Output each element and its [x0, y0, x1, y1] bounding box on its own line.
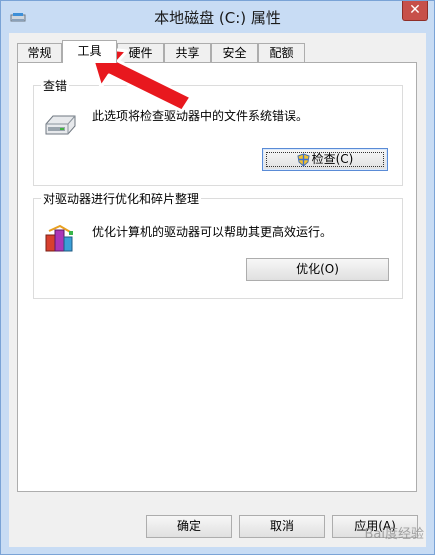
- error-checking-title: 查错: [41, 77, 70, 94]
- tools-panel: 查错 此选项将检查驱动器中的文件系统错误。 检查(C) 对驱动器进行优化和碎片整…: [17, 62, 417, 492]
- shield-icon: [297, 152, 310, 167]
- dialog-client: 常规 工具 硬件 共享 安全 配额 查错 此选项将检查驱动器中的文件系统错误。: [9, 33, 426, 547]
- tab-general[interactable]: 常规: [17, 43, 62, 62]
- tab-tools[interactable]: 工具: [62, 40, 117, 63]
- drive-icon: [45, 115, 76, 135]
- title-bar[interactable]: 本地磁盘 (C:) 属性 ✕: [1, 1, 434, 33]
- optimize-title: 对驱动器进行优化和碎片整理: [41, 190, 202, 207]
- optimize-button[interactable]: 优化(O): [246, 258, 389, 281]
- check-button[interactable]: 检查(C): [262, 148, 388, 171]
- ok-button[interactable]: 确定: [146, 515, 232, 538]
- optimize-group: 对驱动器进行优化和碎片整理 优化计算机的驱动器可以帮助其更高效运行。 优化(O): [33, 190, 403, 299]
- tab-quota[interactable]: 配额: [258, 43, 305, 62]
- properties-window: 本地磁盘 (C:) 属性 ✕ 常规 工具 硬件 共享 安全 配额 查错 此选项将…: [0, 0, 435, 555]
- close-button[interactable]: ✕: [402, 1, 428, 21]
- cancel-button[interactable]: 取消: [239, 515, 325, 538]
- watermark: Bai度经验: [364, 527, 425, 542]
- window-title: 本地磁盘 (C:) 属性: [154, 9, 281, 27]
- check-button-label: 检查(C): [311, 152, 354, 166]
- optimize-description: 优化计算机的驱动器可以帮助其更高效运行。: [92, 225, 333, 239]
- defrag-icon: [45, 224, 73, 252]
- tab-security[interactable]: 安全: [211, 43, 258, 62]
- close-icon: ✕: [409, 2, 421, 18]
